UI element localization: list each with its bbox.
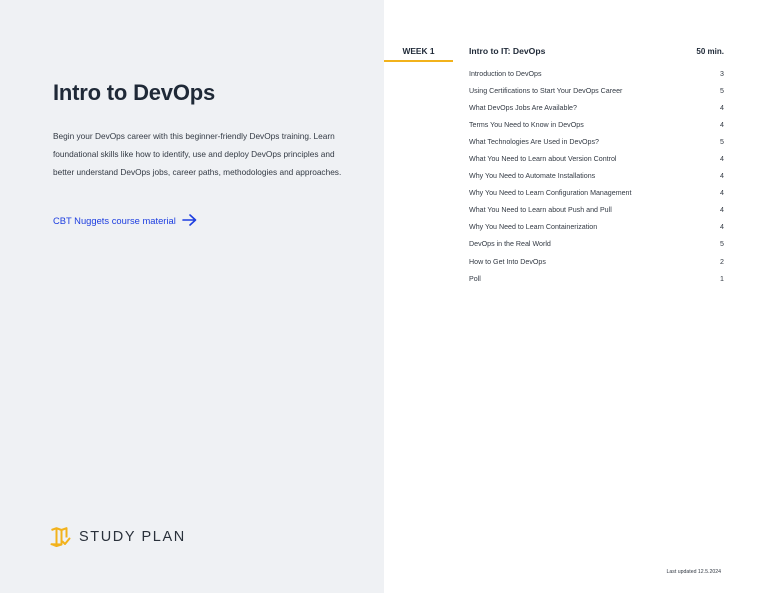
- lesson-name: Using Certifications to Start Your DevOp…: [469, 86, 623, 95]
- lesson-count: 1: [720, 274, 724, 283]
- left-panel: Intro to DevOps Begin your DevOps career…: [0, 0, 384, 593]
- week-duration: 50 min.: [696, 47, 724, 56]
- lesson-row: What DevOps Jobs Are Available? 4: [469, 99, 724, 116]
- lesson-row: Using Certifications to Start Your DevOp…: [469, 82, 724, 99]
- course-material-link[interactable]: CBT Nuggets course material: [53, 214, 197, 226]
- lesson-row: What Technologies Are Used in DevOps? 5: [469, 133, 724, 150]
- lesson-count: 4: [720, 155, 724, 164]
- lesson-count: 4: [720, 223, 724, 232]
- lesson-row: How to Get Into DevOps 2: [469, 253, 724, 270]
- last-updated-text: Last updated 12.5.2024: [666, 569, 721, 575]
- lesson-name: Why You Need to Learn Configuration Mana…: [469, 189, 632, 198]
- lesson-name: How to Get Into DevOps: [469, 257, 546, 266]
- lesson-name: Introduction to DevOps: [469, 69, 542, 78]
- arrow-right-icon: [181, 214, 197, 226]
- lesson-row: Why You Need to Learn Configuration Mana…: [469, 185, 724, 202]
- lesson-count: 4: [720, 103, 724, 112]
- week-title: Intro to IT: DevOps: [469, 46, 546, 56]
- lesson-count: 4: [720, 189, 724, 198]
- lesson-row: Why You Need to Learn Containerization 4: [469, 219, 724, 236]
- lesson-count: 5: [720, 240, 724, 249]
- lesson-row: Poll 1: [469, 270, 724, 287]
- lesson-name: What Technologies Are Used in DevOps?: [469, 137, 599, 146]
- lesson-list: Introduction to DevOps 3 Using Certificat…: [469, 65, 724, 287]
- lesson-name: Poll: [469, 274, 481, 283]
- study-plan-label: STUDY PLAN: [79, 529, 186, 545]
- lesson-row: Terms You Need to Know in DevOps 4: [469, 116, 724, 133]
- lesson-name: Terms You Need to Know in DevOps: [469, 120, 584, 129]
- lesson-count: 5: [720, 86, 724, 95]
- course-description: Begin your DevOps career with this begin…: [53, 131, 342, 177]
- lesson-count: 4: [720, 206, 724, 215]
- lesson-count: 2: [720, 257, 724, 266]
- week-header-tab: WEEK 1: [384, 44, 453, 62]
- lesson-name: Why You Need to Learn Containerization: [469, 223, 598, 232]
- lesson-row: Why You Need to Automate Installations 4: [469, 168, 724, 185]
- week-label: WEEK 1: [402, 46, 435, 56]
- lesson-count: 5: [720, 137, 724, 146]
- lesson-name: What DevOps Jobs Are Available?: [469, 103, 577, 112]
- lesson-row: DevOps in the Real World 5: [469, 236, 724, 253]
- lesson-count: 4: [720, 120, 724, 129]
- course-title: Intro to DevOps: [53, 80, 216, 105]
- lesson-count: 3: [720, 69, 724, 78]
- lesson-name: DevOps in the Real World: [469, 240, 551, 249]
- lesson-count: 4: [720, 172, 724, 181]
- lesson-name: What You Need to Learn about Push and Pu…: [469, 206, 612, 215]
- course-material-link-label: CBT Nuggets course material: [53, 214, 176, 226]
- study-plan-brand: STUDY PLAN: [50, 527, 186, 547]
- lesson-row: What You Need to Learn about Version Con…: [469, 150, 724, 167]
- lesson-name: What You Need to Learn about Version Con…: [469, 155, 617, 164]
- lesson-row: Introduction to DevOps 3: [469, 65, 724, 82]
- lesson-row: What You Need to Learn about Push and Pu…: [469, 202, 724, 219]
- map-check-icon: [50, 527, 71, 547]
- lesson-name: Why You Need to Automate Installations: [469, 172, 596, 181]
